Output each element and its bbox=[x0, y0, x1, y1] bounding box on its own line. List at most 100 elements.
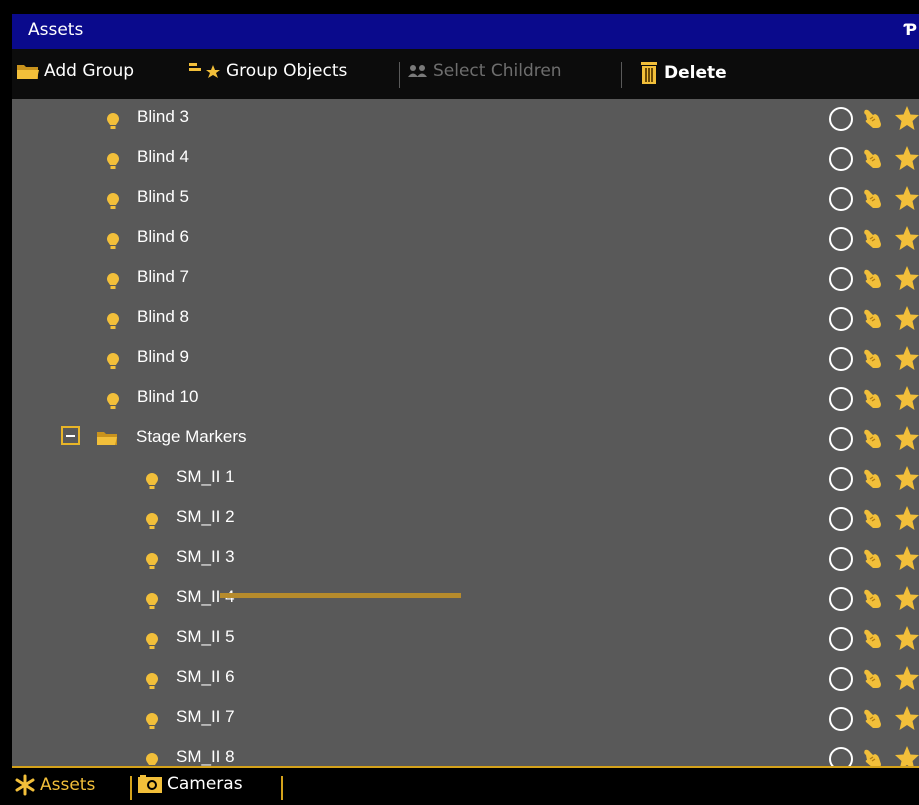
hand-icon[interactable] bbox=[861, 346, 887, 376]
group-objects-button[interactable]: Group Objects bbox=[188, 61, 347, 81]
light-bulb-icon bbox=[145, 592, 159, 614]
tree-row[interactable]: Blind 3 bbox=[12, 99, 919, 139]
hand-icon[interactable] bbox=[861, 506, 887, 536]
tree-row[interactable]: SM_II 5 bbox=[12, 619, 919, 659]
star-icon[interactable] bbox=[893, 425, 919, 455]
light-bulb-icon bbox=[145, 632, 159, 654]
star-icon[interactable] bbox=[893, 545, 919, 575]
tree-row[interactable]: SM_II 8 bbox=[12, 739, 919, 766]
star-icon[interactable] bbox=[893, 185, 919, 215]
hand-icon[interactable] bbox=[861, 586, 887, 616]
add-group-button[interactable]: Add Group bbox=[16, 61, 134, 81]
light-bulb-icon bbox=[145, 512, 159, 534]
circle-icon[interactable] bbox=[827, 266, 855, 296]
pin-icon[interactable]: Ƥ bbox=[904, 20, 917, 39]
tree-row[interactable]: SM_II 6 bbox=[12, 659, 919, 699]
tree-item-label: SM_II 1 bbox=[176, 467, 235, 486]
hand-icon[interactable] bbox=[861, 626, 887, 656]
light-bulb-icon bbox=[106, 392, 120, 414]
light-bulb-icon bbox=[145, 752, 159, 766]
tree-row[interactable]: Blind 10 bbox=[12, 379, 919, 419]
circle-icon[interactable] bbox=[827, 466, 855, 496]
tree-item-label: Blind 3 bbox=[137, 107, 189, 126]
group-objects-label: Group Objects bbox=[226, 61, 348, 81]
tab-separator bbox=[281, 776, 283, 800]
tree-item-label: Blind 5 bbox=[137, 187, 189, 206]
folder-icon bbox=[17, 65, 39, 79]
tab-cameras[interactable]: Cameras bbox=[137, 774, 243, 794]
hand-icon[interactable] bbox=[861, 106, 887, 136]
hand-icon[interactable] bbox=[861, 226, 887, 256]
circle-icon[interactable] bbox=[827, 506, 855, 536]
star-icon[interactable] bbox=[893, 705, 919, 735]
circle-icon[interactable] bbox=[827, 386, 855, 416]
panel-title-bar: Assets Ƥ bbox=[12, 14, 919, 49]
circle-icon[interactable] bbox=[827, 626, 855, 656]
circle-icon[interactable] bbox=[827, 706, 855, 736]
hand-icon[interactable] bbox=[861, 706, 887, 736]
star-icon[interactable] bbox=[893, 145, 919, 175]
folder-icon bbox=[96, 430, 118, 450]
hand-icon[interactable] bbox=[861, 746, 887, 766]
tree-item-label: SM_II 7 bbox=[176, 707, 235, 726]
star-icon[interactable] bbox=[893, 465, 919, 495]
tree-item-label: SM_II 2 bbox=[176, 507, 235, 526]
star-icon[interactable] bbox=[893, 105, 919, 135]
delete-button[interactable]: Delete bbox=[638, 61, 727, 85]
circle-icon[interactable] bbox=[827, 666, 855, 696]
tree-row[interactable]: Blind 4 bbox=[12, 139, 919, 179]
star-icon[interactable] bbox=[893, 745, 919, 766]
tree-row[interactable]: SM_II 4 bbox=[12, 579, 919, 619]
tree-row[interactable]: SM_II 2 bbox=[12, 499, 919, 539]
select-children-button[interactable]: Select Children bbox=[407, 61, 562, 81]
circle-icon[interactable] bbox=[827, 346, 855, 376]
star-icon[interactable] bbox=[893, 385, 919, 415]
hand-icon[interactable] bbox=[861, 466, 887, 496]
hand-icon[interactable] bbox=[861, 186, 887, 216]
star-icon[interactable] bbox=[893, 505, 919, 535]
asterisk-icon bbox=[15, 774, 35, 796]
circle-icon[interactable] bbox=[827, 146, 855, 176]
tree-row[interactable]: Blind 8 bbox=[12, 299, 919, 339]
tree-row[interactable]: SM_II 1 bbox=[12, 459, 919, 499]
circle-icon[interactable] bbox=[827, 306, 855, 336]
star-icon[interactable] bbox=[893, 265, 919, 295]
tree-row[interactable]: Blind 9 bbox=[12, 339, 919, 379]
hand-icon[interactable] bbox=[861, 426, 887, 456]
hand-icon[interactable] bbox=[861, 546, 887, 576]
circle-icon[interactable] bbox=[827, 186, 855, 216]
tree-group-row[interactable]: Stage Markers bbox=[12, 419, 919, 459]
star-icon[interactable] bbox=[893, 665, 919, 695]
star-icon[interactable] bbox=[893, 585, 919, 615]
tab-assets[interactable]: Assets bbox=[14, 774, 95, 796]
circle-icon[interactable] bbox=[827, 746, 855, 766]
tab-bar: Assets Cameras bbox=[12, 766, 919, 805]
light-bulb-icon bbox=[106, 232, 120, 254]
light-bulb-icon bbox=[106, 352, 120, 374]
circle-icon[interactable] bbox=[827, 226, 855, 256]
hand-icon[interactable] bbox=[861, 666, 887, 696]
hand-icon[interactable] bbox=[861, 386, 887, 416]
star-icon[interactable] bbox=[893, 625, 919, 655]
light-bulb-icon bbox=[145, 472, 159, 494]
tree-row[interactable]: Blind 5 bbox=[12, 179, 919, 219]
tree-row[interactable]: SM_II 3 bbox=[12, 539, 919, 579]
collapse-button[interactable] bbox=[61, 426, 80, 445]
circle-icon[interactable] bbox=[827, 106, 855, 136]
tab-separator bbox=[130, 776, 132, 800]
tree-row[interactable]: Blind 7 bbox=[12, 259, 919, 299]
tab-assets-label: Assets bbox=[40, 775, 96, 795]
asset-tree[interactable]: Blind 3 Blind 4 Blind 5 Blind 6 Blind 7 Blind… bbox=[12, 99, 919, 766]
hand-icon[interactable] bbox=[861, 146, 887, 176]
hand-icon[interactable] bbox=[861, 266, 887, 296]
tree-row[interactable]: Blind 6 bbox=[12, 219, 919, 259]
star-icon[interactable] bbox=[893, 305, 919, 335]
star-icon[interactable] bbox=[893, 345, 919, 375]
hand-icon[interactable] bbox=[861, 306, 887, 336]
circle-icon[interactable] bbox=[827, 546, 855, 576]
star-icon[interactable] bbox=[893, 225, 919, 255]
circle-icon[interactable] bbox=[827, 586, 855, 616]
tree-row[interactable]: SM_II 7 bbox=[12, 699, 919, 739]
tree-item-label: Blind 10 bbox=[137, 387, 199, 406]
circle-icon[interactable] bbox=[827, 426, 855, 456]
